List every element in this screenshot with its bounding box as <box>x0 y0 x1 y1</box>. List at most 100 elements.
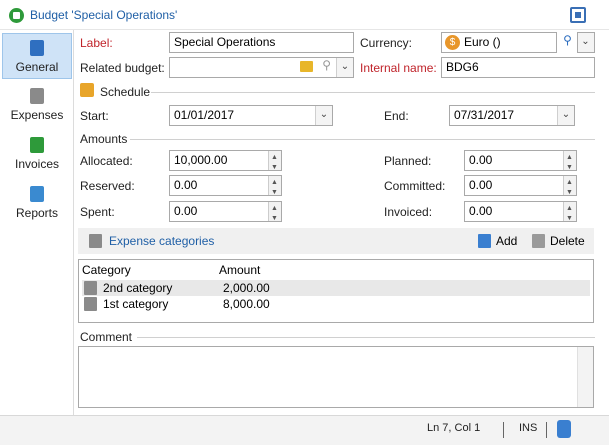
sidebar: General Expenses Invoices Reports <box>0 30 74 415</box>
planned-value: 0.00 <box>469 153 493 167</box>
amount-cell: 2,000.00 <box>223 281 270 295</box>
spent-input[interactable]: 0.00 <box>169 201 282 222</box>
stepper-icon[interactable] <box>563 202 576 221</box>
amount-cell: 8,000.00 <box>223 297 270 311</box>
invoiced-value: 0.00 <box>469 204 493 218</box>
label-input[interactable]: Special Operations <box>169 32 354 53</box>
divider <box>137 337 595 338</box>
clipboard-icon <box>30 40 44 56</box>
trash-icon <box>532 234 545 248</box>
sidebar-item-label: Expenses <box>10 108 64 122</box>
sidebar-item-general[interactable]: General <box>2 33 72 79</box>
invoice-dollar-icon <box>30 137 44 153</box>
label-caption: Label: <box>80 36 113 50</box>
stepper-icon[interactable] <box>268 202 281 221</box>
category-cell: 2nd category <box>103 281 173 295</box>
planned-caption: Planned: <box>384 154 432 168</box>
expense-categories-toolbar: Expense categories Add Delete <box>78 228 594 254</box>
column-header-category[interactable]: Category <box>82 263 131 277</box>
committed-caption: Committed: <box>384 179 446 193</box>
insert-mode: INS <box>519 422 538 434</box>
sidebar-item-label: General <box>15 60 59 74</box>
invoiced-input[interactable]: 0.00 <box>464 201 577 222</box>
delete-label: Delete <box>550 234 585 248</box>
expenses-icon <box>30 88 44 104</box>
chevron-down-icon[interactable]: ⌄ <box>336 58 353 77</box>
budget-app-icon <box>9 8 24 23</box>
comment-caption: Comment <box>80 330 133 344</box>
coin-icon: $ <box>445 35 460 50</box>
spent-caption: Spent: <box>80 205 115 219</box>
committed-input[interactable]: 0.00 <box>464 175 577 196</box>
end-date-field[interactable]: 07/31/2017 ⌄ <box>449 105 575 126</box>
internal-name-caption: Internal name: <box>360 61 437 75</box>
currency-dropdown[interactable]: ⌄ <box>577 32 595 53</box>
amounts-title: Amounts <box>80 132 128 146</box>
reserved-caption: Reserved: <box>80 179 135 193</box>
allocated-value: 10,000.00 <box>174 153 228 167</box>
expense-category-icon <box>89 234 102 248</box>
stepper-icon[interactable] <box>268 151 281 170</box>
currency-value: Euro () <box>464 35 501 49</box>
start-date-field[interactable]: 01/01/2017 ⌄ <box>169 105 333 126</box>
category-cell: 1st category <box>103 297 169 311</box>
end-caption: End: <box>384 109 409 123</box>
stepper-icon[interactable] <box>563 151 576 170</box>
database-icon[interactable] <box>557 420 571 438</box>
divider <box>503 422 504 438</box>
vertical-scrollbar[interactable] <box>577 347 593 407</box>
stepper-icon[interactable] <box>268 176 281 195</box>
end-date-value: 07/31/2017 <box>454 108 515 122</box>
chart-icon <box>30 186 44 202</box>
status-bar: Ln 7, Col 1 INS <box>0 415 609 445</box>
committed-value: 0.00 <box>469 178 493 192</box>
reserved-input[interactable]: 0.00 <box>169 175 282 196</box>
chevron-down-icon[interactable]: ⌄ <box>315 106 332 125</box>
sidebar-item-reports[interactable]: Reports <box>2 180 72 226</box>
start-date-value: 01/01/2017 <box>174 108 235 122</box>
expense-category-icon <box>84 297 97 311</box>
comment-textarea[interactable] <box>78 346 594 408</box>
chevron-down-icon[interactable]: ⌄ <box>557 106 574 125</box>
delete-button[interactable]: Delete <box>530 231 590 251</box>
folder-icon[interactable] <box>300 61 313 72</box>
search-icon[interactable]: ⚲ <box>559 33 576 52</box>
schedule-title: Schedule <box>100 85 151 99</box>
sidebar-item-label: Invoices <box>14 157 60 171</box>
add-label: Add <box>496 234 518 248</box>
maximize-icon[interactable] <box>570 7 586 23</box>
currency-field[interactable]: $ Euro () <box>441 32 557 53</box>
divider <box>546 422 547 438</box>
table-row[interactable]: 1st category 8,000.00 <box>82 296 590 312</box>
add-button[interactable]: Add <box>476 231 526 251</box>
column-header-amount[interactable]: Amount <box>219 263 260 277</box>
planned-input[interactable]: 0.00 <box>464 150 577 171</box>
sidebar-item-expenses[interactable]: Expenses <box>2 82 72 128</box>
add-icon <box>478 234 491 248</box>
allocated-input[interactable]: 10,000.00 <box>169 150 282 171</box>
spent-value: 0.00 <box>174 204 198 218</box>
start-caption: Start: <box>80 109 109 123</box>
related-budget-input[interactable]: ⚲ ⌄ <box>169 57 354 78</box>
expense-category-icon <box>84 281 97 295</box>
expense-categories-table[interactable]: Category Amount 2nd category 2,000.00 1s… <box>78 259 594 323</box>
expense-categories-title: Expense categories <box>109 234 215 248</box>
reserved-value: 0.00 <box>174 178 198 192</box>
allocated-caption: Allocated: <box>80 154 133 168</box>
window-title: Budget 'Special Operations' <box>30 8 178 22</box>
stepper-icon[interactable] <box>563 176 576 195</box>
calendar-icon <box>80 83 94 97</box>
divider <box>151 92 595 93</box>
sidebar-item-label: Reports <box>15 206 59 220</box>
table-row[interactable]: 2nd category 2,000.00 <box>82 280 590 296</box>
title-bar: Budget 'Special Operations' <box>0 0 609 30</box>
chevron-down-icon: ⌄ <box>578 33 594 52</box>
related-budget-caption: Related budget: <box>80 61 165 75</box>
sidebar-item-invoices[interactable]: Invoices <box>2 131 72 177</box>
search-icon[interactable]: ⚲ <box>322 58 331 73</box>
divider <box>130 139 595 140</box>
internal-name-input[interactable]: BDG6 <box>441 57 595 78</box>
invoiced-caption: Invoiced: <box>384 205 433 219</box>
cursor-position: Ln 7, Col 1 <box>427 422 481 434</box>
currency-caption: Currency: <box>360 36 413 50</box>
